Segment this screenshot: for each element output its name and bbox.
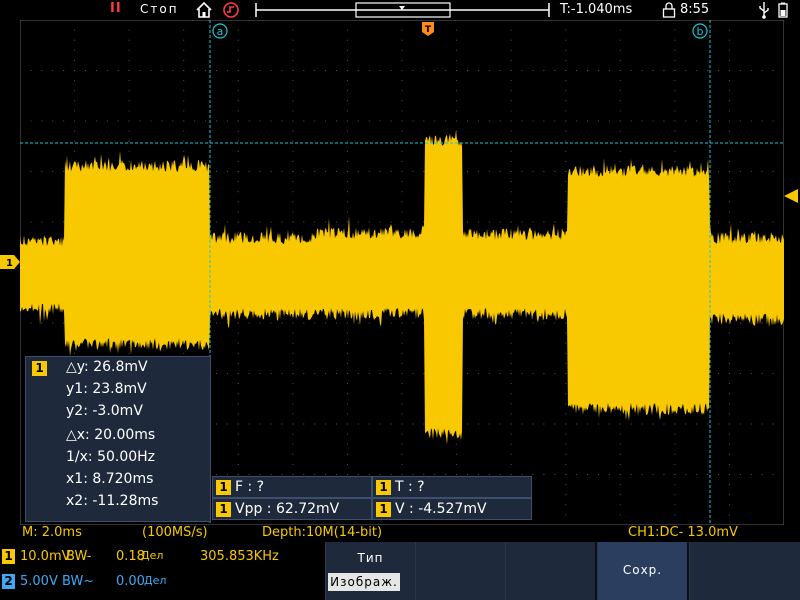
measurement-frequency: 1 F : ? xyxy=(212,476,372,498)
ch1-settings[interactable]: 1 10.0mV BW- 0.18 Дел 305.853KHz xyxy=(0,547,325,567)
channel-badge: 1 xyxy=(376,502,391,517)
trigger-info[interactable]: CH1:DC- 13.0mV xyxy=(628,525,738,540)
x2-value: x2: -11.28ms xyxy=(66,493,159,509)
delta-x: △x: 20.00ms xyxy=(66,427,156,443)
channel-badge: 1 xyxy=(32,361,47,376)
trigger-time-readout: T:-1.040ms xyxy=(560,2,633,17)
cursor-a-label: a xyxy=(217,25,224,38)
measurement-mean: 1 V : -4.527mV xyxy=(372,498,532,520)
channel-badge: 1 xyxy=(216,480,231,495)
ch2-offset: 0.00 xyxy=(116,574,145,589)
usb-icon xyxy=(759,2,769,19)
softkey-3[interactable] xyxy=(505,542,595,600)
softkey-type[interactable]: Тип Изображ. xyxy=(325,542,415,600)
softkey-2[interactable] xyxy=(415,542,505,600)
acquisition-info-line: M: 2.0ms (100MS/s) Depth:10M(14-bit) CH1… xyxy=(0,525,800,542)
ch1-offset-unit: Дел xyxy=(141,549,164,562)
bottom-panel: 1 10.0mV BW- 0.18 Дел 305.853KHz 2 5.00V… xyxy=(0,542,800,600)
cursor-measurement-panel: 1 △y: 26.8mV y1: 23.8mV y2: -3.0mV △x: 2… xyxy=(25,356,211,522)
ch2-offset-unit: Дел xyxy=(144,574,167,587)
save-label: Сохр. xyxy=(622,563,663,577)
trigger-level-marker[interactable] xyxy=(784,189,800,203)
trigger-mode-icon[interactable] xyxy=(221,0,241,20)
cursor-b-label: b xyxy=(697,25,704,38)
channel-badge: 1 xyxy=(376,480,391,495)
channel-settings: 1 10.0mV BW- 0.18 Дел 305.853KHz 2 5.00V… xyxy=(0,542,325,600)
x1-value: x1: 8.720ms xyxy=(66,471,154,487)
ch1-ground-label: 1 xyxy=(6,258,13,269)
status-bar: II Стоп T:-1.040ms 8:55 xyxy=(0,0,800,20)
channel-badge: 1 xyxy=(216,502,231,517)
ch2-bandwidth: BW~ xyxy=(62,574,95,589)
frequency-value: F : ? xyxy=(235,479,265,495)
ch2-settings[interactable]: 2 5.00V BW~ 0.00 Дел xyxy=(0,572,325,592)
ch1-scale: 10.0mV xyxy=(20,549,71,564)
mean-voltage-value: V : -4.527mV xyxy=(395,501,487,517)
acquisition-state: Стоп xyxy=(140,2,179,16)
type-value[interactable]: Изображ. xyxy=(328,573,400,591)
pause-icon[interactable]: II xyxy=(110,1,122,16)
y2-value: y2: -3.0mV xyxy=(66,403,143,419)
inverse-delta-x: 1/x: 50.00Hz xyxy=(66,449,156,465)
measurement-period: 1 T : ? xyxy=(372,476,532,498)
timebase[interactable]: M: 2.0ms xyxy=(22,525,82,540)
period-value: T : ? xyxy=(395,479,425,495)
type-label: Тип xyxy=(357,551,384,565)
trigger-marker-label: T xyxy=(425,25,432,35)
softkey-5[interactable] xyxy=(689,542,800,600)
ch2-scale: 5.00V xyxy=(20,574,58,589)
memory-depth: Depth:10M(14-bit) xyxy=(262,525,383,540)
ch2-badge: 2 xyxy=(2,574,15,589)
sample-rate: (100MS/s) xyxy=(142,525,208,540)
home-icon[interactable] xyxy=(194,0,214,20)
ch1-ground-marker[interactable]: 1 xyxy=(0,255,20,269)
measurement-vpp: 1 Vpp : 62.72mV xyxy=(212,498,372,520)
softkey-save[interactable]: Сохр. xyxy=(597,542,687,600)
ch1-bandwidth: BW- xyxy=(66,549,92,564)
ch1-frequency: 305.853KHz xyxy=(200,549,279,564)
vpp-value: Vpp : 62.72mV xyxy=(235,501,340,517)
battery-icon xyxy=(778,2,788,18)
delta-y: △y: 26.8mV xyxy=(66,359,148,375)
ch1-badge: 1 xyxy=(2,549,15,564)
clock: 8:55 xyxy=(680,2,710,17)
memory-position-bar[interactable] xyxy=(254,2,551,18)
lock-icon xyxy=(662,2,676,18)
y1-value: y1: 23.8mV xyxy=(66,381,147,397)
